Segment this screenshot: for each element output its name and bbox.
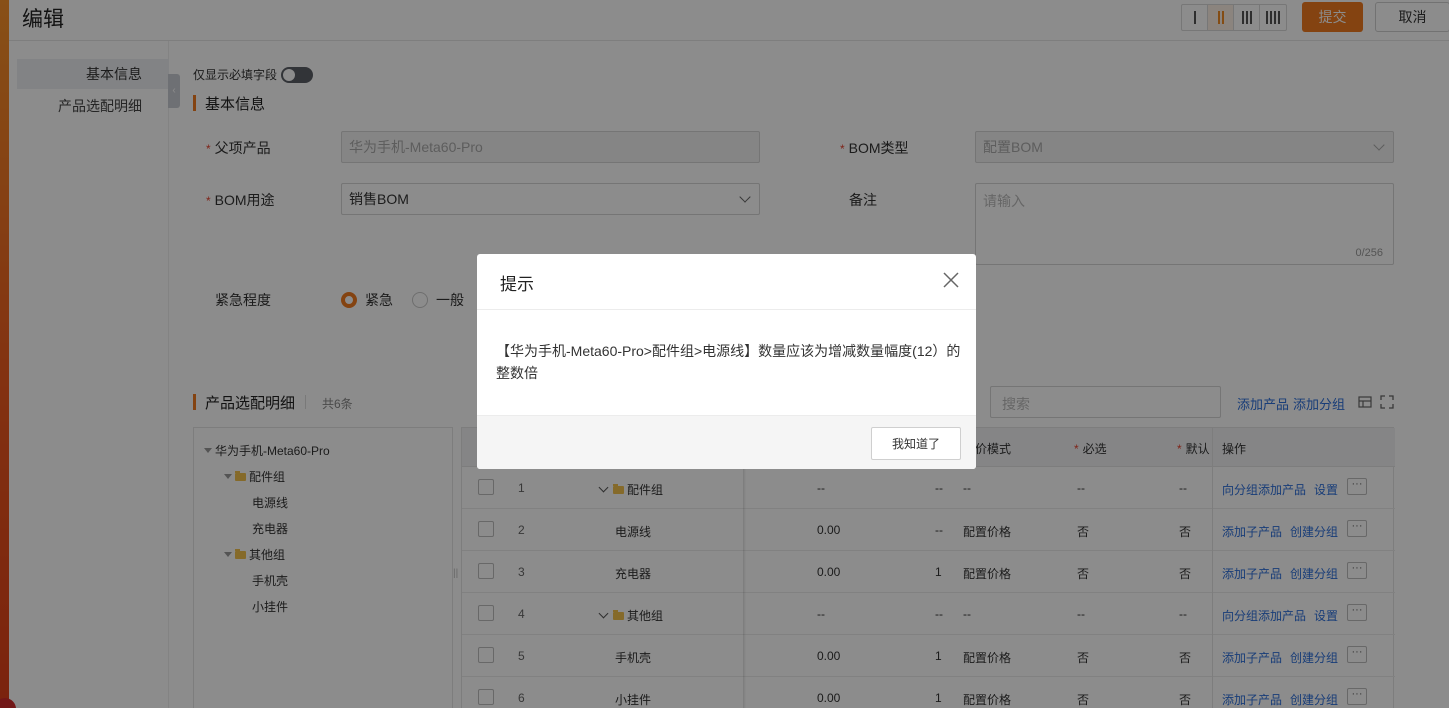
acknowledge-button[interactable]: 我知道了 [871,427,961,460]
alert-dialog: 提示 【华为手机-Meta60-Pro>配件组>电源线】数量应该为增减数量幅度(… [477,254,976,469]
dialog-message: 【华为手机-Meta60-Pro>配件组>电源线】数量应该为增减数量幅度(12）… [496,343,961,381]
dialog-title: 提示 [500,275,534,294]
close-icon[interactable] [942,271,960,289]
dialog-footer: 我知道了 [477,415,976,469]
dialog-header: 提示 [477,254,976,310]
